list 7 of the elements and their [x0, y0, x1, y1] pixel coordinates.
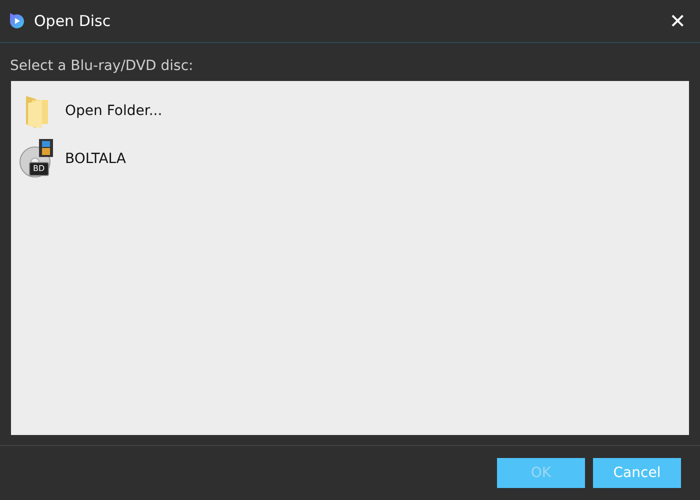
list-item[interactable]: Open Folder... — [19, 87, 681, 135]
prompt-label: Select a Blu-ray/DVD disc: — [9, 57, 194, 76]
close-button[interactable]: ✕ — [663, 9, 692, 33]
window-title: Open Disc — [34, 10, 111, 32]
app-logo-icon — [8, 12, 26, 30]
folder-icon — [24, 94, 50, 128]
list-item[interactable]: BD BOLTALA — [19, 135, 681, 183]
